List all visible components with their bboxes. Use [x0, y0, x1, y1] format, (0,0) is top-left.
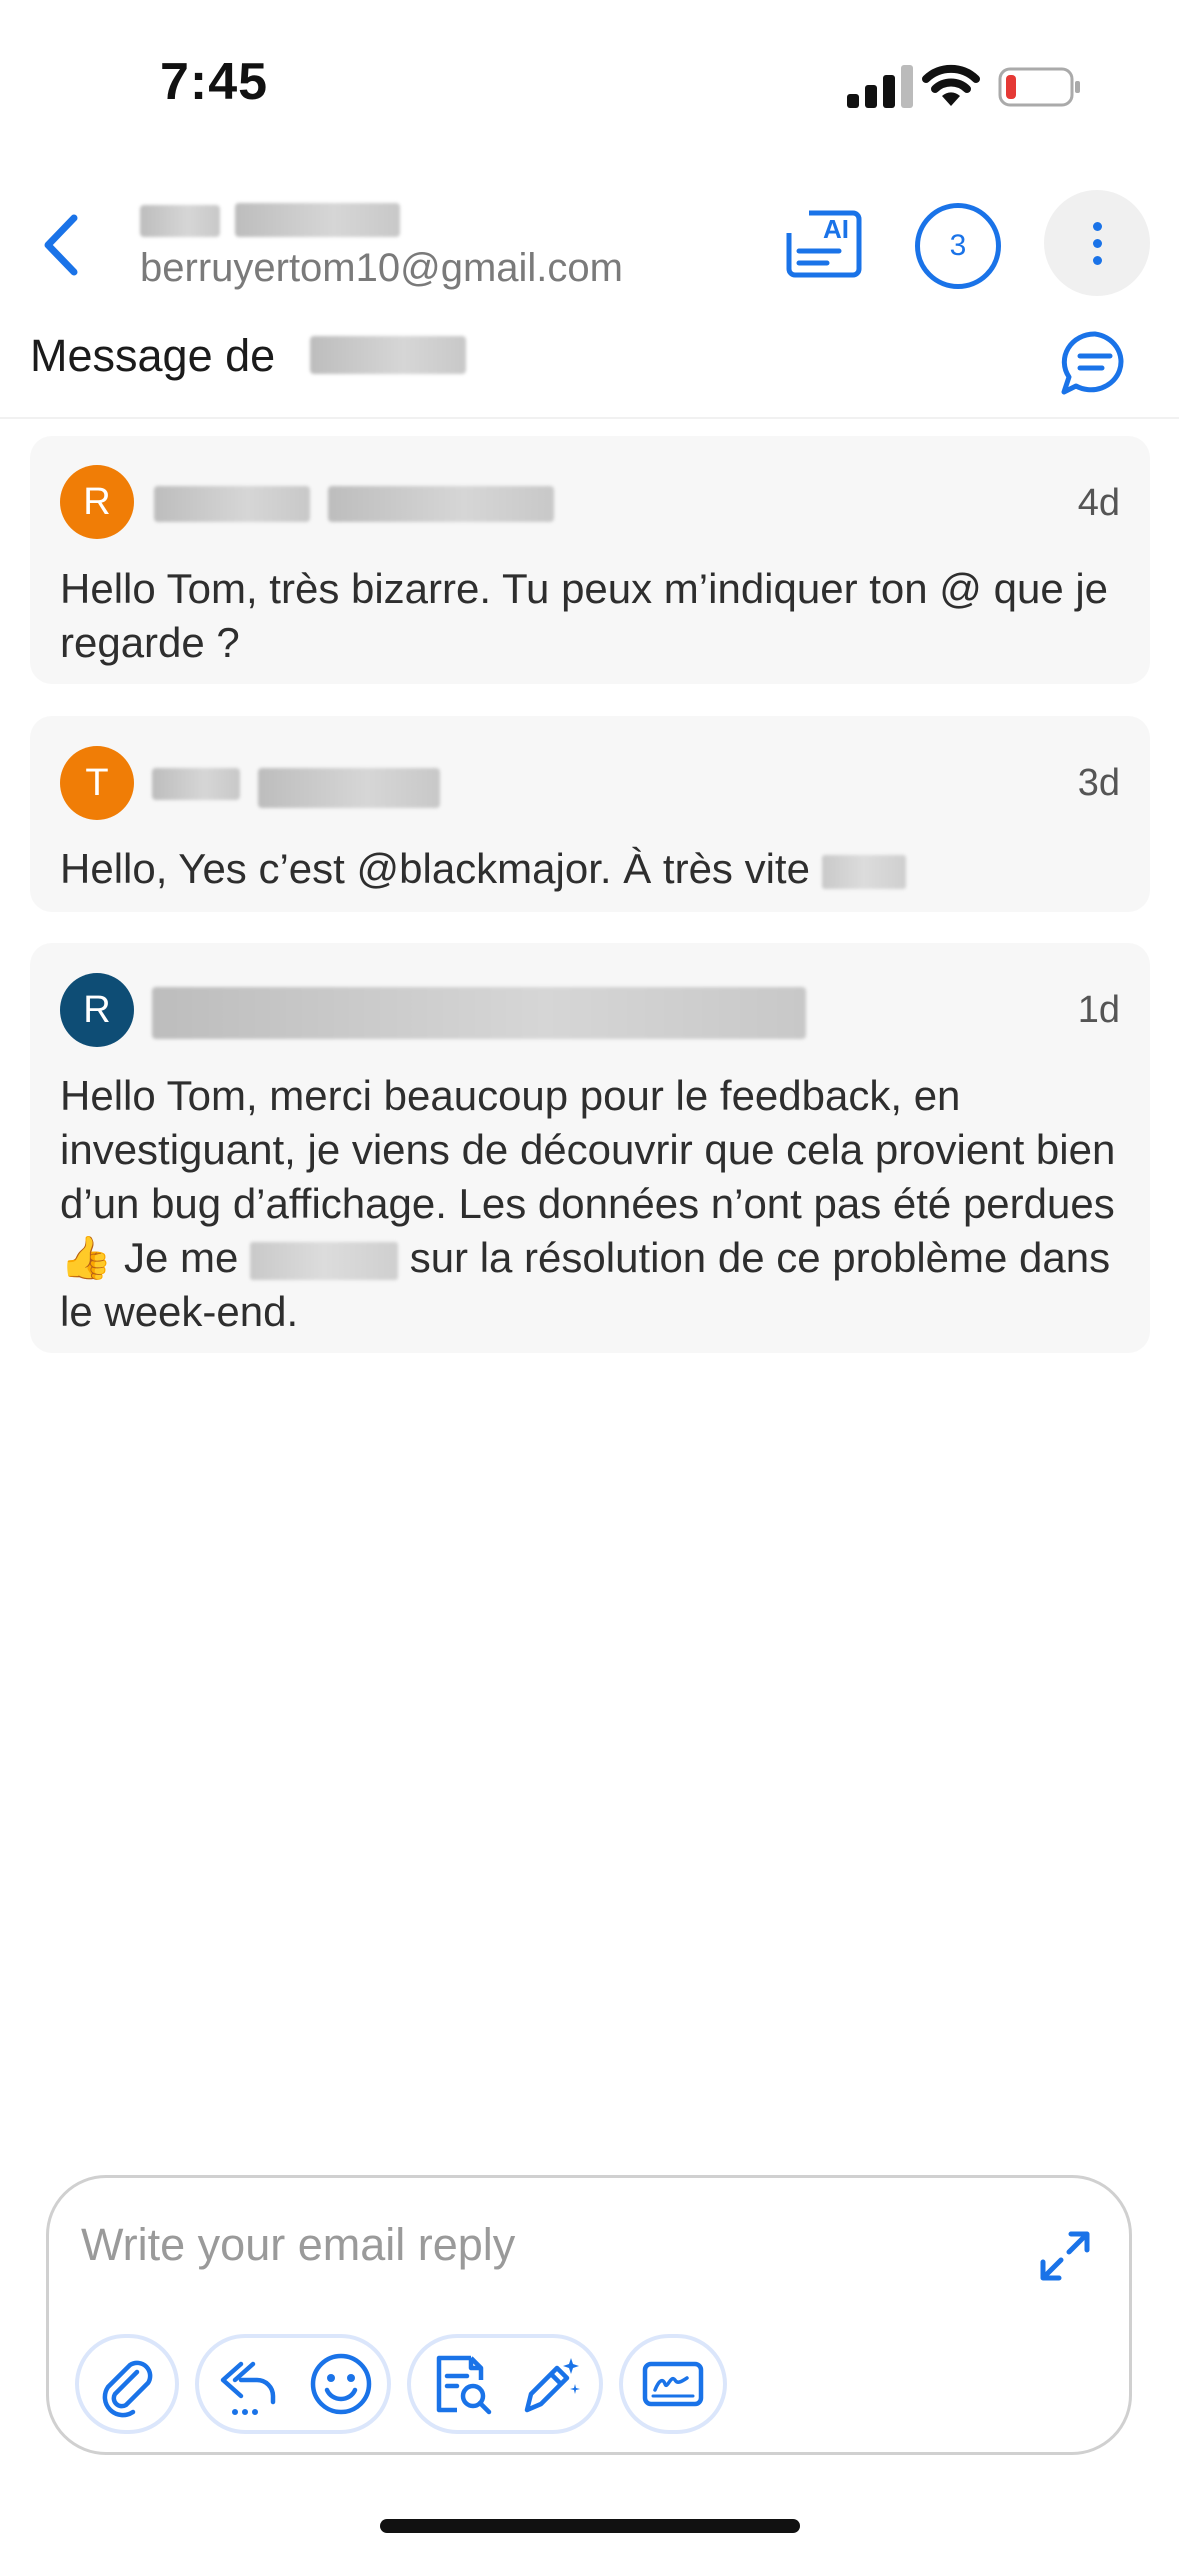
- word-redacted: [250, 1241, 399, 1280]
- message-card-2[interactable]: T 3d Hello, Yes c’est @blackmajor. À trè…: [30, 716, 1150, 912]
- avatar: R: [60, 465, 134, 539]
- thread-count-badge[interactable]: 3: [915, 203, 1001, 289]
- ai-summary-icon[interactable]: AI: [785, 205, 863, 283]
- emoji-icon[interactable]: [307, 2350, 375, 2418]
- magic-pen-icon[interactable]: [517, 2350, 585, 2418]
- subject-prefix: Message de: [30, 330, 276, 381]
- status-time: 7:45: [160, 53, 269, 111]
- message-time: 3d: [1077, 762, 1120, 804]
- signal-icon: [847, 65, 913, 108]
- sender-name-redacted: [258, 768, 440, 808]
- avatar: R: [60, 973, 134, 1047]
- expand-icon[interactable]: [1037, 2228, 1093, 2284]
- back-icon[interactable]: [36, 210, 86, 280]
- sender-first-name-redacted: [140, 205, 220, 237]
- message-body: Hello, Yes c’est @blackmajor. À très vit…: [60, 845, 810, 892]
- svg-text:AI: AI: [823, 214, 849, 244]
- thread-count: 3: [949, 229, 967, 262]
- message-time: 1d: [1077, 989, 1120, 1031]
- sender-name-redacted: [152, 768, 240, 800]
- sender-name-redacted: [328, 486, 554, 522]
- header-divider: [0, 417, 1179, 419]
- message-body: Hello Tom, merci beaucoup pour le feedba…: [60, 1072, 1116, 1335]
- thumbs-up-emoji: 👍: [60, 1234, 113, 1281]
- message-card-1[interactable]: R 4d Hello Tom, très bizarre. Tu peux m’…: [30, 436, 1150, 684]
- attach-group: [75, 2334, 179, 2434]
- subject-name-redacted: [310, 336, 466, 374]
- reply-emoji-group: [195, 2334, 391, 2434]
- sender-email: berruyertom10@gmail.com: [140, 246, 623, 290]
- sender-last-name-redacted: [235, 203, 400, 237]
- signature-group: [619, 2334, 727, 2434]
- signature-redacted: [821, 854, 906, 889]
- wifi-icon: [922, 64, 980, 106]
- thread-icon[interactable]: [1060, 330, 1130, 396]
- doc-search-icon[interactable]: [427, 2350, 495, 2418]
- message-card-3[interactable]: R 1d Hello Tom, merci beaucoup pour le f…: [30, 943, 1150, 1353]
- sender-name-redacted: [152, 987, 806, 1039]
- battery-icon: [998, 67, 1080, 107]
- more-options-button[interactable]: [1044, 190, 1150, 296]
- tools-group: [407, 2334, 603, 2434]
- attach-icon[interactable]: [93, 2350, 161, 2418]
- avatar: T: [60, 746, 134, 820]
- signature-icon[interactable]: [639, 2350, 707, 2418]
- message-body-line: Hello, Yes c’est @blackmajor. À très vit…: [60, 842, 1126, 896]
- reply-input[interactable]: [79, 2218, 983, 2272]
- reply-compose-box: [46, 2175, 1132, 2455]
- more-icon: [1093, 222, 1102, 231]
- reply-all-icon[interactable]: [213, 2350, 281, 2418]
- home-indicator: [380, 2519, 800, 2533]
- message-body: Hello Tom, très bizarre. Tu peux m’indiq…: [60, 565, 1109, 666]
- message-time: 4d: [1077, 482, 1120, 524]
- sender-name-redacted: [154, 486, 310, 522]
